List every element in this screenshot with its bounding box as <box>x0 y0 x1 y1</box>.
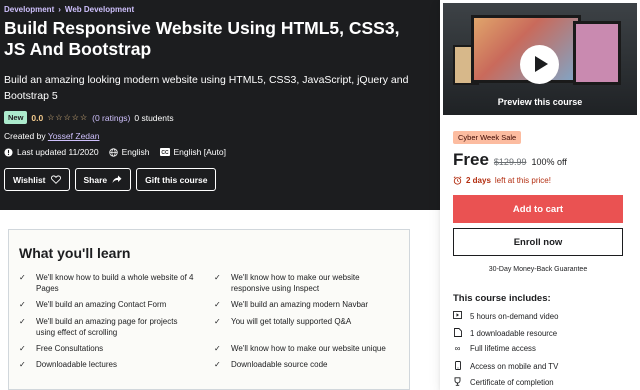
course-subtitle: Build an amazing looking modern website … <box>4 74 409 102</box>
share-arrow-icon <box>112 175 122 183</box>
add-to-cart-button[interactable]: Add to cart <box>453 195 623 223</box>
includes-heading: This course includes: <box>453 293 551 304</box>
discount-percent: 100% off <box>531 157 567 167</box>
play-icon[interactable] <box>520 45 559 84</box>
learn-heading: What you'll learn <box>19 245 131 261</box>
check-icon: ✓ <box>19 300 26 309</box>
last-updated-text: Last updated 11/2020 <box>17 147 99 157</box>
course-title: Build Responsive Website Using HTML5, CS… <box>4 18 400 59</box>
course-meta: Last updated 11/2020 English CC English … <box>4 147 226 157</box>
timer-text: left at this price! <box>494 176 551 185</box>
rating-value: 0.0 <box>31 112 44 123</box>
svg-text:CC: CC <box>161 150 169 156</box>
ratings-count-link[interactable]: (0 ratings) <box>92 113 130 123</box>
language-text: English <box>121 147 150 157</box>
sale-badge: Cyber Week Sale <box>453 131 522 144</box>
learn-item: ✓ We'll build an amazing page for project… <box>19 317 178 337</box>
infinity-icon: ∞ <box>454 344 461 353</box>
star-rating-icon: ☆☆☆☆☆ <box>47 113 89 122</box>
globe-icon <box>108 147 118 157</box>
learn-item: ✓ Downloadable source code <box>214 360 328 369</box>
check-icon: ✓ <box>214 273 221 282</box>
instructor-link[interactable]: Yossef Zedan <box>48 131 100 141</box>
learn-item: ✓ You will get totally supported Q&A <box>214 317 352 326</box>
chevron-right-icon: › <box>58 5 61 14</box>
share-label: Share <box>83 174 108 185</box>
language: English <box>108 147 150 157</box>
original-price: $129.99 <box>493 157 527 167</box>
mobile-icon <box>453 361 462 372</box>
hero-actions: Wishlist Share Gift this course <box>4 168 217 191</box>
wishlist-button[interactable]: Wishlist <box>4 168 70 191</box>
check-icon: ✓ <box>214 360 221 369</box>
money-back-guarantee: 30-Day Money-Back Guarantee <box>488 266 588 273</box>
breadcrumb-development[interactable]: Development <box>4 5 54 14</box>
learn-item: ✓ We'll build an amazing modern Navbar <box>214 300 369 309</box>
enroll-now-button[interactable]: Enroll now <box>453 228 623 256</box>
what-youll-learn: What you'll learn ✓ We'll know how to bui… <box>8 229 410 390</box>
purchase-sidebar: Preview this course Cyber Week Sale Free… <box>440 0 640 390</box>
check-icon: ✓ <box>19 317 26 326</box>
captions: CC English [Auto] <box>159 147 226 157</box>
new-badge: New <box>4 111 28 124</box>
trophy-icon <box>453 377 462 388</box>
include-certificate: Certificate of completion <box>453 377 554 388</box>
learn-item: ✓ Free Consultations <box>19 344 104 353</box>
rating-row: New 0.0 ☆☆☆☆☆ (0 ratings) 0 students <box>4 111 174 124</box>
gift-label: Gift this course <box>145 174 208 185</box>
timer-days: 2 days <box>466 176 491 185</box>
last-updated: Last updated 11/2020 <box>4 147 99 157</box>
gift-course-button[interactable]: Gift this course <box>136 168 217 191</box>
current-price: Free <box>453 150 489 169</box>
learn-item: ✓ Downloadable lectures <box>19 360 117 369</box>
include-resource: 1 downloadable resource <box>453 328 557 339</box>
check-icon: ✓ <box>214 344 221 353</box>
learn-item: ✓ We'll know how to make our website uniq… <box>214 344 386 353</box>
learn-item: ✓ We'll know how to build a whole website… <box>19 273 194 293</box>
check-icon: ✓ <box>19 344 26 353</box>
include-lifetime: ∞ Full lifetime access <box>454 344 536 353</box>
check-icon: ✓ <box>19 273 26 282</box>
preview-label: Preview this course <box>497 97 583 107</box>
breadcrumb: Development › Web Development <box>4 5 134 14</box>
closed-captions-icon: CC <box>159 148 170 156</box>
file-icon <box>453 328 462 339</box>
check-icon: ✓ <box>214 317 221 326</box>
phone-mockup-image <box>573 21 621 85</box>
created-by-label: Created by <box>4 131 46 141</box>
sale-timer: 2 days left at this price! <box>453 176 551 185</box>
wishlist-label: Wishlist <box>13 174 46 185</box>
heart-icon <box>50 175 61 184</box>
price-row: Free $129.99 100% off <box>453 150 567 170</box>
check-icon: ✓ <box>214 300 221 309</box>
alarm-clock-icon <box>453 176 462 185</box>
learn-item: ✓ We'll build an amazing Contact Form <box>19 300 167 309</box>
captions-text: English [Auto] <box>173 147 226 157</box>
alert-badge-icon <box>4 147 13 157</box>
students-count: 0 students <box>134 112 174 123</box>
include-mobile: Access on mobile and TV <box>453 361 558 372</box>
share-button[interactable]: Share <box>74 168 132 191</box>
created-by: Created by Yossef Zedan <box>4 131 99 141</box>
include-video: 5 hours on-demand video <box>453 311 558 321</box>
breadcrumb-web-development[interactable]: Web Development <box>65 5 134 14</box>
video-icon <box>453 311 462 321</box>
check-icon: ✓ <box>19 360 26 369</box>
learn-item: ✓ We'll know how to make our website resp… <box>214 273 360 293</box>
course-preview[interactable]: Preview this course <box>442 2 638 116</box>
